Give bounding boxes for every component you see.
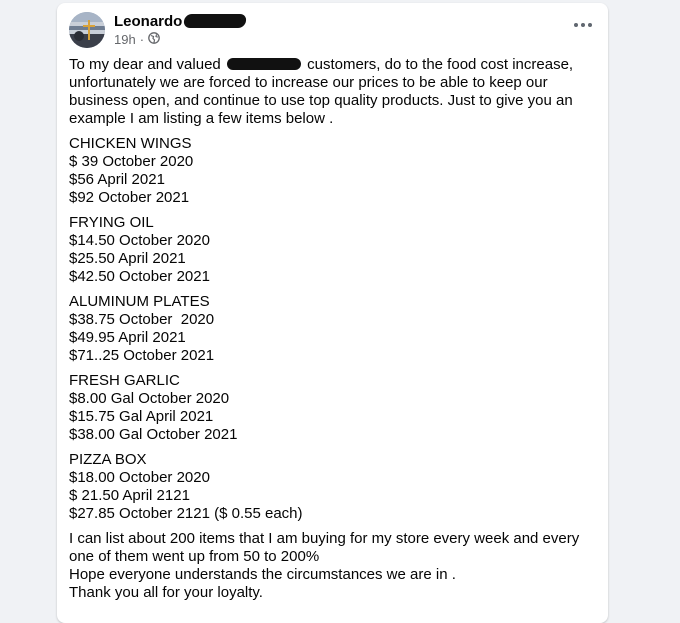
post-closing: I can list about 200 items that I am buy… bbox=[69, 530, 597, 602]
item-name: CHICKEN WINGS bbox=[69, 135, 192, 152]
list-item: FRYING OIL $14.50 October 2020 $25.50 Apri… bbox=[69, 214, 597, 286]
timestamp[interactable]: 19h bbox=[114, 32, 136, 48]
item-name: FRESH GARLIC bbox=[69, 372, 180, 389]
price-line: $ 21.50 April 2121 bbox=[69, 487, 190, 504]
price-line: $71..25 October 2021 bbox=[69, 347, 215, 364]
closing-line: I can list about 200 items that I am buy… bbox=[69, 530, 580, 565]
item-name: FRYING OIL bbox=[69, 214, 154, 231]
list-item: FRESH GARLIC $8.00 Gal October 2020 $15.75… bbox=[69, 372, 597, 444]
globe-icon bbox=[148, 32, 160, 48]
redaction-mark bbox=[183, 14, 247, 28]
post-meta: 19h · bbox=[114, 32, 160, 48]
post-body: To my dear and valued customers, do to t… bbox=[69, 56, 597, 602]
item-name: PIZZA BOX bbox=[69, 451, 147, 468]
list-item: ALUMINUM PLATES $38.75 October 2020 $49.95… bbox=[69, 293, 597, 365]
price-line: $18.00 October 2020 bbox=[69, 469, 210, 486]
list-item: PIZZA BOX $18.00 October 2020 $ 21.50 Apri… bbox=[69, 451, 597, 523]
price-line: $15.75 Gal April 2021 bbox=[69, 408, 214, 425]
list-item: CHICKEN WINGS $ 39 October 2020 $56 April … bbox=[69, 135, 597, 207]
post-card: Leonardo 19h · To my dear and valued cus… bbox=[57, 3, 608, 623]
price-line: $49.95 April 2021 bbox=[69, 329, 186, 346]
price-line: $42.50 October 2021 bbox=[69, 268, 210, 285]
price-list: CHICKEN WINGS $ 39 October 2020 $56 April … bbox=[69, 135, 597, 523]
price-line: $14.50 October 2020 bbox=[69, 232, 210, 249]
item-name: ALUMINUM PLATES bbox=[69, 293, 210, 310]
price-line: $56 April 2021 bbox=[69, 171, 165, 188]
price-line: $ 39 October 2020 bbox=[69, 153, 194, 170]
post-intro: To my dear and valued customers, do to t… bbox=[69, 56, 574, 127]
closing-line: Thank you all for your loyalty. bbox=[69, 584, 263, 601]
price-line: $8.00 Gal October 2020 bbox=[69, 390, 230, 407]
price-line: $27.85 October 2121 ($ 0.55 each) bbox=[69, 505, 303, 522]
price-line: $25.50 April 2021 bbox=[69, 250, 186, 267]
redaction-mark bbox=[226, 58, 301, 70]
author-name[interactable]: Leonardo bbox=[114, 12, 182, 31]
avatar[interactable] bbox=[69, 12, 105, 48]
price-line: $92 October 2021 bbox=[69, 189, 190, 206]
closing-line: Hope everyone understands the circumstan… bbox=[69, 566, 456, 583]
more-options-icon[interactable] bbox=[572, 15, 594, 35]
price-line: $38.75 October 2020 bbox=[69, 311, 215, 328]
price-line: $38.00 Gal October 2021 bbox=[69, 426, 238, 443]
separator: · bbox=[139, 32, 145, 47]
